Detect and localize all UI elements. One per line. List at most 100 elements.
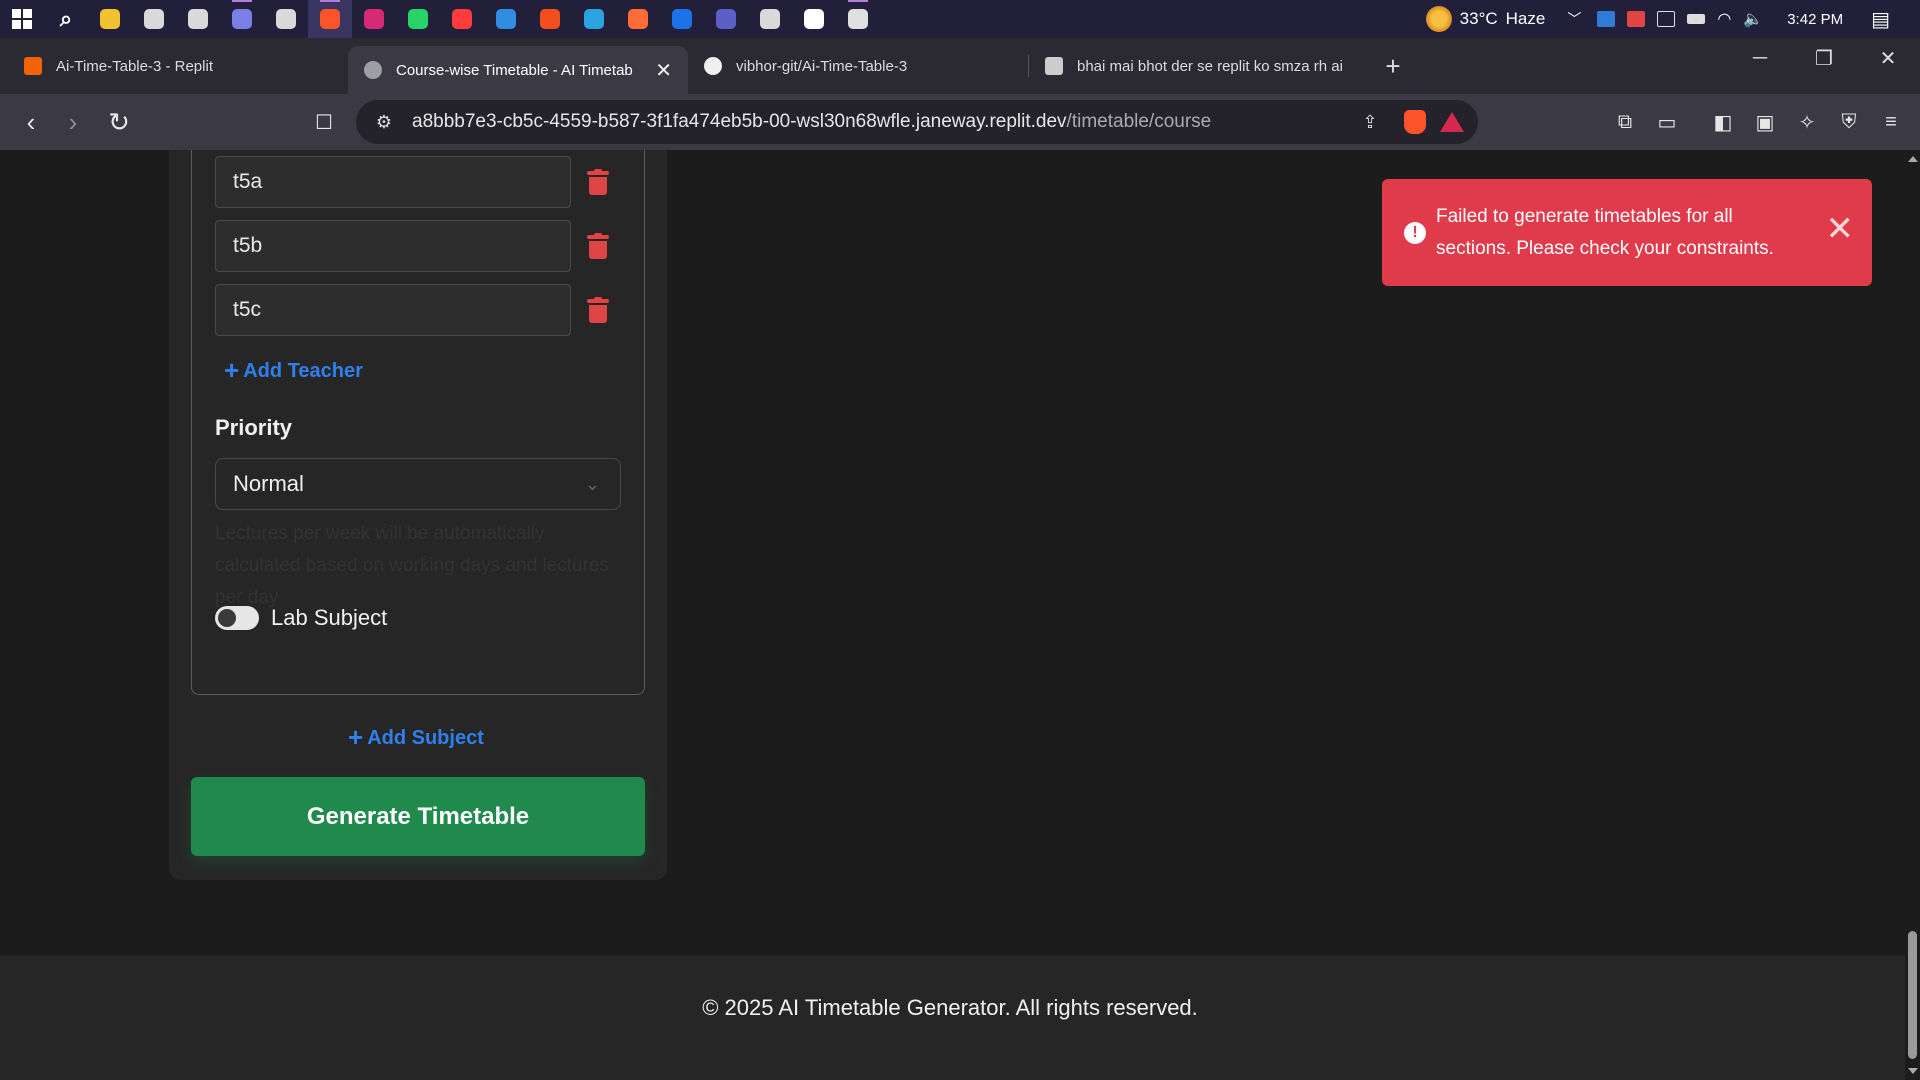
add-teacher-button[interactable]: + Add Teacher [224, 355, 363, 386]
taskbar-chatgpt-app-button[interactable] [132, 0, 176, 38]
reader-mode-icon[interactable]: ▭ [1646, 100, 1688, 144]
add-subject-label: Add Subject [367, 727, 484, 749]
postman-icon [628, 9, 648, 29]
taskbar-outlook-button[interactable] [660, 0, 704, 38]
brave-rewards-icon[interactable] [1440, 112, 1464, 132]
chevron-down-icon: ⌄ [584, 474, 600, 494]
taskbar-github-app-button[interactable] [264, 0, 308, 38]
share-icon[interactable]: ⇪ [1350, 112, 1390, 133]
new-tab-button[interactable]: + [1373, 46, 1413, 86]
restore-button[interactable]: ❐ [1792, 38, 1856, 78]
site-settings-icon[interactable]: ⚙ [364, 112, 404, 133]
tray-camera-icon[interactable] [1657, 11, 1676, 27]
volume-icon[interactable]: 🔈 [1743, 9, 1763, 29]
menu-icon[interactable]: ≡ [1870, 100, 1912, 144]
teacher-input[interactable]: t5b [215, 220, 571, 272]
leo-ai-icon[interactable]: ✧ [1786, 100, 1828, 144]
chatgpt-favicon-icon [1045, 57, 1063, 75]
taskbar-file-explorer-button[interactable] [88, 0, 132, 38]
weather-widget[interactable]: 33°C Haze [1425, 6, 1546, 32]
weather-sun-icon [1425, 6, 1452, 32]
close-window-button[interactable]: ✕ [1856, 38, 1920, 78]
taskbar-telegram-button[interactable] [572, 0, 616, 38]
minimize-button[interactable]: ─ [1728, 38, 1792, 78]
copilot-app-icon [188, 9, 208, 29]
taskbar-copilot-web-button[interactable] [748, 0, 792, 38]
toolbar-extensions: ⧉ ▭ ◧ ▣ ✧ ⛨ ≡ [1604, 100, 1912, 144]
weather-condition: Haze [1505, 9, 1546, 28]
lab-subject-row: Lab Subject [215, 603, 387, 633]
teacher-row: t5a [215, 156, 615, 208]
taskbar-copilot-app-button[interactable] [176, 0, 220, 38]
generate-timetable-button[interactable]: Generate Timetable [191, 777, 645, 856]
wallet-icon[interactable]: ▣ [1744, 100, 1786, 144]
taskbar-git-button[interactable] [836, 0, 880, 38]
page-scrollbar[interactable] [1905, 150, 1920, 1080]
scroll-down-arrow-icon[interactable] [1908, 1068, 1918, 1074]
globe-favicon-icon [364, 61, 382, 79]
taskbar-discord-app-button[interactable] [220, 0, 264, 38]
taskbar-youtube-button[interactable] [440, 0, 484, 38]
tab-github[interactable]: vibhor-git/Ai-Time-Table-3 [688, 44, 1028, 88]
tab-replit[interactable]: Ai-Time-Table-3 - Replit [8, 44, 348, 88]
teacher-input[interactable]: t5c [215, 284, 571, 336]
scroll-up-arrow-icon[interactable] [1908, 156, 1918, 162]
figma-icon [540, 9, 560, 29]
lab-subject-label: Lab Subject [271, 605, 388, 630]
notifications-icon[interactable]: ▤ [1871, 7, 1890, 32]
url-path: /timetable/course [1066, 111, 1212, 132]
tab-course-timetable[interactable]: Course-wise Timetable - AI Timetab ✕ [348, 46, 688, 94]
taskbar-clock[interactable]: 3:42 PM [1787, 11, 1843, 28]
reload-button[interactable]: ↻ [98, 101, 140, 143]
add-teacher-label: Add Teacher [243, 360, 363, 382]
delete-teacher-trash-icon[interactable] [587, 297, 609, 323]
tray-overflow-chevron-icon[interactable]: ﹀ [1567, 9, 1581, 29]
address-bar[interactable]: ⚙ a8bbb7e3-cb5c-4559-b587-3f1fa474eb5b-0… [356, 100, 1478, 144]
taskbar-search-button[interactable]: ⌕ [44, 0, 88, 38]
tab-title: Ai-Time-Table-3 - Replit [56, 57, 213, 75]
toast-message: Failed to generate timetables for all se… [1436, 206, 1774, 259]
brave-shields-icon[interactable] [1404, 110, 1426, 134]
taskbar-x-twitter-button[interactable] [792, 0, 836, 38]
sidebar-toggle-icon[interactable]: ◧ [1702, 100, 1744, 144]
scrollbar-thumb[interactable] [1908, 931, 1917, 1059]
teacher-input[interactable]: t5a [215, 156, 571, 208]
lab-subject-toggle[interactable] [215, 606, 259, 630]
taskbar-instagram-button[interactable] [352, 0, 396, 38]
taskbar-brave-browser-button[interactable] [308, 0, 352, 38]
windows-taskbar: ⌕ 33°C Haze ﹀ ◠ 🔈 3:42 PM ▤ [0, 0, 1920, 38]
forward-button[interactable]: › [52, 101, 94, 143]
teacher-row: t5b [215, 220, 615, 272]
tray-app-icon[interactable] [1597, 11, 1616, 27]
url-text[interactable]: a8bbb7e3-cb5c-4559-b587-3f1fa474eb5b-00-… [404, 111, 1350, 133]
taskbar-figma-button[interactable] [528, 0, 572, 38]
page-viewport: t5a t5b t5c + Add Teacher Priority Normal… [0, 150, 1905, 1080]
tab-chatgpt[interactable]: bhai mai bhot der se replit ko smza rh a… [1029, 44, 1369, 88]
tab-close-icon[interactable]: ✕ [655, 58, 672, 83]
lectures-hint: Lectures per week will be automatically … [215, 523, 609, 608]
taskbar-apps: ⌕ [0, 0, 880, 38]
bookmark-icon[interactable]: ☐ [303, 101, 345, 143]
youtube-icon [452, 9, 472, 29]
github-favicon-icon [704, 57, 722, 75]
battery-icon[interactable] [1687, 14, 1706, 24]
tab-title: vibhor-git/Ai-Time-Table-3 [736, 57, 908, 75]
back-button[interactable]: ‹ [10, 101, 52, 143]
taskbar-whatsapp-button[interactable] [396, 0, 440, 38]
git-icon [848, 9, 868, 29]
priority-select[interactable]: Normal ⌄ [215, 458, 621, 510]
delete-teacher-trash-icon[interactable] [587, 233, 609, 259]
vscode-icon [496, 9, 516, 29]
taskbar-windows-start-button[interactable] [0, 0, 44, 38]
toast-close-icon[interactable]: ✕ [1826, 209, 1855, 249]
delete-teacher-trash-icon[interactable] [587, 169, 609, 195]
taskbar-postman-button[interactable] [616, 0, 660, 38]
add-subject-button[interactable]: + Add Subject [348, 722, 484, 753]
taskbar-teams-button[interactable] [704, 0, 748, 38]
subject-block: t5a t5b t5c + Add Teacher Priority Normal… [191, 150, 645, 695]
vpn-icon[interactable]: ⛨ [1828, 100, 1870, 144]
taskbar-vscode-button[interactable] [484, 0, 528, 38]
extensions-icon[interactable]: ⧉ [1604, 100, 1646, 144]
tray-antivirus-icon[interactable] [1627, 11, 1646, 27]
wifi-icon[interactable]: ◠ [1717, 9, 1731, 29]
